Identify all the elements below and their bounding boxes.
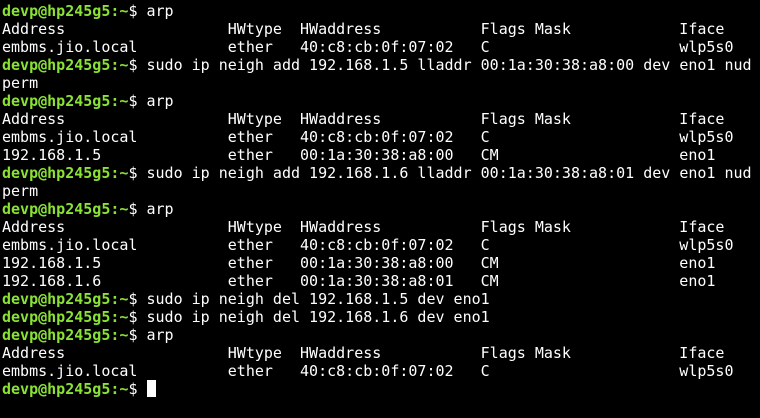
prompt-symbol: $ [128, 326, 147, 344]
terminal-window[interactable]: devp@hp245g5:~$ arp Address HWtype HWaddr… [0, 0, 760, 418]
output-line: embms.jio.local ether 40:c8:cb:0f:07:02 … [2, 362, 734, 380]
output-line: perm [2, 182, 39, 200]
command-line: devp@hp245g5:~$ sudo ip neigh add 192.16… [2, 164, 760, 182]
command-text: sudo ip neigh del 192.168.1.6 dev eno1 [146, 308, 490, 326]
command-line: devp@hp245g5:~$ arp [2, 92, 760, 110]
output-line: embms.jio.local ether 40:c8:cb:0f:07:02 … [2, 38, 734, 56]
command-text: arp [146, 326, 174, 344]
prompt-symbol: $ [128, 380, 147, 398]
output-line: embms.jio.local ether 40:c8:cb:0f:07:02 … [2, 236, 734, 254]
text-cursor[interactable] [146, 380, 156, 397]
output-line: 192.168.1.5 ether 00:1a:30:38:a8:00 CM e… [2, 146, 716, 164]
prompt-symbol: $ [128, 290, 147, 308]
shell-prompt: devp@hp245g5:~ [2, 326, 129, 344]
output-line: Address HWtype HWaddress Flags Mask Ifac… [2, 218, 725, 236]
command-text: arp [146, 200, 174, 218]
shell-prompt: devp@hp245g5:~ [2, 200, 129, 218]
command-line: devp@hp245g5:~$ sudo ip neigh del 192.16… [2, 290, 760, 308]
shell-prompt: devp@hp245g5:~ [2, 56, 129, 74]
output-line: embms.jio.local ether 40:c8:cb:0f:07:02 … [2, 128, 734, 146]
prompt-line-active: devp@hp245g5:~$ [2, 380, 760, 398]
shell-prompt: devp@hp245g5:~ [2, 380, 129, 398]
shell-prompt: devp@hp245g5:~ [2, 92, 129, 110]
output-line: 192.168.1.6 ether 00:1a:30:38:a8:01 CM e… [2, 272, 716, 290]
output-line: Address HWtype HWaddress Flags Mask Ifac… [2, 110, 725, 128]
prompt-symbol: $ [128, 56, 147, 74]
output-line: Address HWtype HWaddress Flags Mask Ifac… [2, 344, 725, 362]
shell-prompt: devp@hp245g5:~ [2, 164, 129, 182]
command-text: sudo ip neigh add 192.168.1.6 lladdr 00:… [146, 164, 752, 182]
command-line: devp@hp245g5:~$ arp [2, 326, 760, 344]
prompt-symbol: $ [128, 92, 147, 110]
prompt-symbol: $ [128, 2, 147, 20]
command-text: arp [146, 2, 174, 20]
prompt-symbol: $ [128, 200, 147, 218]
prompt-symbol: $ [128, 308, 147, 326]
output-line: Address HWtype HWaddress Flags Mask Ifac… [2, 20, 725, 38]
command-line: devp@hp245g5:~$ sudo ip neigh del 192.16… [2, 308, 760, 326]
output-line: 192.168.1.5 ether 00:1a:30:38:a8:00 CM e… [2, 254, 716, 272]
command-line: devp@hp245g5:~$ sudo ip neigh add 192.16… [2, 56, 760, 74]
shell-prompt: devp@hp245g5:~ [2, 308, 129, 326]
command-text: sudo ip neigh add 192.168.1.5 lladdr 00:… [146, 56, 752, 74]
shell-prompt: devp@hp245g5:~ [2, 2, 129, 20]
prompt-symbol: $ [128, 164, 147, 182]
command-line: devp@hp245g5:~$ arp [2, 2, 760, 20]
command-text: sudo ip neigh del 192.168.1.5 dev eno1 [146, 290, 490, 308]
command-text: arp [146, 92, 174, 110]
output-line: perm [2, 74, 39, 92]
shell-prompt: devp@hp245g5:~ [2, 290, 129, 308]
command-line: devp@hp245g5:~$ arp [2, 200, 760, 218]
